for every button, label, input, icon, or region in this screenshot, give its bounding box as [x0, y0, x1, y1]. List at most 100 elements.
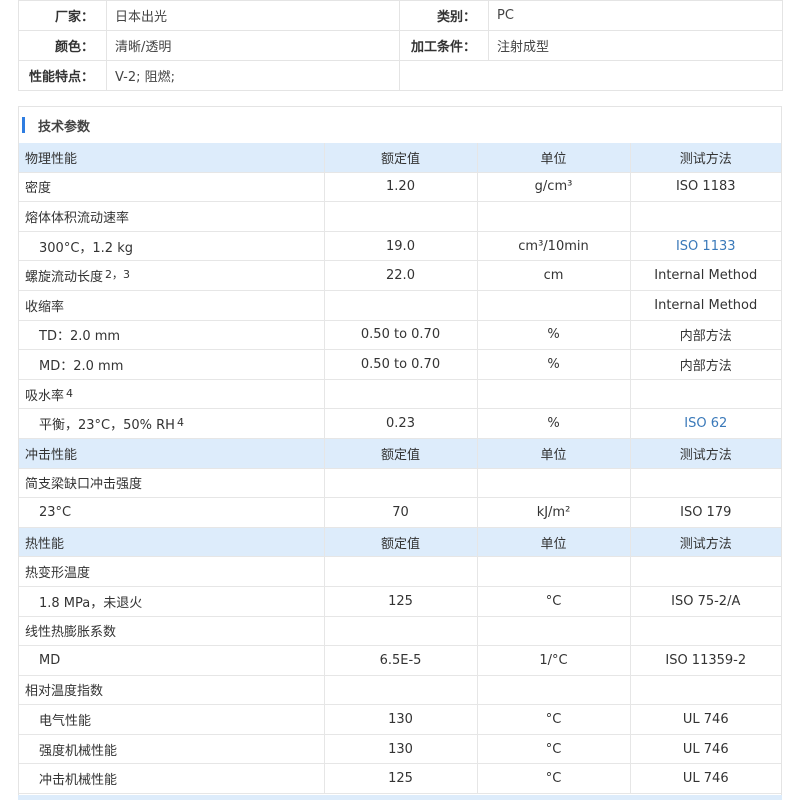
param-name: 23°C [19, 497, 325, 528]
test-method: 内部方法 [630, 320, 781, 351]
section-header: 技术参数 [19, 107, 781, 143]
param-unit [477, 616, 631, 647]
param-unit [477, 675, 631, 706]
test-method: UL 746 [630, 763, 781, 795]
table-row: 熔体体积流动速率 [19, 201, 781, 232]
test-method: 内部方法 [630, 349, 781, 380]
table-section-header: 热性能 额定值 单位 测试方法 [19, 527, 781, 558]
param-name: 强度机械性能 [19, 734, 325, 765]
param-unit: °C [477, 734, 631, 765]
info-value-features: V-2; 阻燃; [106, 60, 400, 91]
header-category: 冲击性能 [19, 438, 325, 469]
param-name: 线性热膨胀系数 [19, 616, 325, 647]
header-cell: 单位 [477, 143, 631, 173]
param-name: 简支梁缺口冲击强度 [19, 468, 325, 499]
header-cell: 额定值 [324, 143, 478, 173]
param-name: TD：2.0 mm [19, 320, 325, 351]
test-method [630, 616, 781, 647]
header-cell: 测试方法 [630, 438, 781, 469]
param-name-text: MD [39, 652, 61, 668]
param-name: MD [19, 645, 325, 676]
test-method: UL 746 [630, 704, 781, 735]
param-unit: 1/°C [477, 645, 631, 676]
header-category: 物理性能 [19, 143, 325, 173]
param-name-text: 强度机械性能 [39, 743, 118, 759]
table-row: MD 6.5E-5 1/°C ISO 11359-2 [19, 645, 781, 676]
info-label-manufacturer: 厂家： [18, 0, 107, 31]
param-name: 300°C，1.2 kg [19, 231, 325, 262]
param-unit [477, 379, 631, 410]
param-value: 6.5E-5 [324, 645, 478, 676]
info-value-processing: 注射成型 [488, 30, 783, 61]
header-cell: 测试方法 [630, 527, 781, 558]
test-method: ISO 179 [630, 497, 781, 528]
param-name-text: 冲击机械性能 [39, 773, 118, 789]
table-row: 平衡，23°C，50% RH 4 0.23% ISO 62 [19, 408, 781, 439]
param-name-text: 线性热膨胀系数 [25, 625, 117, 641]
param-value: 0.50 to 0.70 [324, 349, 478, 380]
param-value: 0.50 to 0.70 [324, 320, 478, 351]
param-value [324, 201, 478, 232]
param-value [324, 290, 478, 321]
table-row: 冲击机械性能 125 °C UL 746 [19, 763, 781, 795]
param-name-text: 相对温度指数 [25, 684, 104, 700]
test-method [630, 379, 781, 410]
footnote-ref: 4 [176, 416, 184, 430]
param-value [324, 675, 478, 706]
param-unit: °C [477, 763, 631, 795]
param-name: 1.8 MPa，未退火 [19, 586, 325, 617]
test-method: Internal Method [630, 290, 781, 321]
param-unit [477, 290, 631, 321]
param-value: 130 [324, 734, 478, 765]
test-method [630, 468, 781, 499]
table-row: TD：2.0 mm 0.50 to 0.70% 内部方法 [19, 320, 781, 351]
param-unit [477, 201, 631, 232]
test-method: ISO 75-2/A [630, 586, 781, 617]
footnote-ref: 4 [66, 386, 74, 400]
param-name: 热变形温度 [19, 556, 325, 587]
section-accent-bar [22, 117, 25, 133]
table-row: 吸水率 4 [19, 379, 781, 410]
param-unit: °C [477, 704, 631, 735]
test-method: ISO 1183 [630, 172, 781, 203]
param-name-text: 吸水率 [25, 388, 65, 404]
param-name: MD：2.0 mm [19, 349, 325, 380]
test-method [630, 556, 781, 587]
param-name: 熔体体积流动速率 [19, 201, 325, 232]
tech-params-section: 技术参数 物理性能 额定值 单位 测试方法 密度 1.20 g/cm³ ISO 1183 熔体体… [18, 106, 782, 800]
param-unit: cm³/10min [477, 231, 631, 262]
param-value [324, 468, 478, 499]
info-row: 厂家： 日本出光 类别： PC [18, 0, 783, 31]
next-header-strip [18, 795, 782, 800]
param-value [324, 379, 478, 410]
param-name: 密度 [19, 172, 325, 203]
param-unit: kJ/m² [477, 497, 631, 528]
param-name-text: 1.8 MPa，未退火 [39, 595, 143, 611]
param-value: 125 [324, 586, 478, 617]
header-cell: 额定值 [324, 527, 478, 558]
table-row: 强度机械性能 130 °C UL 746 [19, 734, 781, 765]
param-name-text: TD：2.0 mm [39, 329, 121, 345]
param-unit: % [477, 349, 631, 380]
param-value [324, 616, 478, 647]
param-name: 螺旋流动长度 2，3 [19, 260, 325, 291]
header-cell: 单位 [477, 438, 631, 469]
param-value: 1.20 [324, 172, 478, 203]
product-info-table: 厂家： 日本出光 类别： PC 颜色： 清晰/透明 加工条件： 注射成型 性能特… [18, 0, 783, 91]
param-unit: g/cm³ [477, 172, 631, 203]
test-method-link[interactable]: ISO 62 [630, 408, 781, 439]
param-name-text: 23°C [39, 504, 72, 520]
param-value: 0.23 [324, 408, 478, 439]
param-name-text: MD：2.0 mm [39, 358, 124, 374]
test-method-link[interactable]: ISO 1133 [630, 231, 781, 262]
table-row: 相对温度指数 [19, 675, 781, 706]
param-name-text: 平衡，23°C，50% RH [39, 418, 175, 434]
params-table: 物理性能 额定值 单位 测试方法 密度 1.20 g/cm³ ISO 1183 熔体体积流动速率… [19, 143, 781, 795]
table-row: 密度 1.20 g/cm³ ISO 1183 [19, 172, 781, 203]
param-name: 电气性能 [19, 704, 325, 735]
table-section-header: 冲击性能 额定值 单位 测试方法 [19, 438, 781, 469]
info-row: 颜色： 清晰/透明 加工条件： 注射成型 [18, 30, 783, 61]
test-method [630, 675, 781, 706]
header-cell: 额定值 [324, 438, 478, 469]
table-row: 电气性能 130 °C UL 746 [19, 704, 781, 735]
